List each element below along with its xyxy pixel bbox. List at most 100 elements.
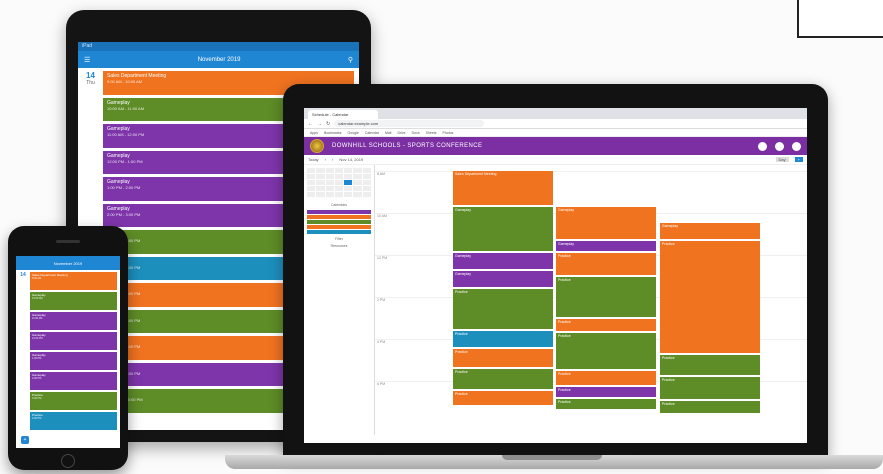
mini-calendar-day[interactable]: [362, 192, 371, 197]
calendar-event-block[interactable]: Practice: [453, 391, 553, 405]
url-input[interactable]: calendar.example.com: [334, 120, 485, 127]
sidebar-label-filter[interactable]: Filter: [307, 237, 371, 241]
bookmark-link[interactable]: Sheets: [426, 131, 437, 135]
phone-event[interactable]: Sales Department Meeting 9:00 AM: [30, 272, 117, 290]
forward-icon[interactable]: →: [317, 121, 322, 127]
calendar-event-block[interactable]: Practice: [660, 401, 760, 413]
calendar-event-block[interactable]: Practice: [556, 371, 656, 385]
mini-calendar-day[interactable]: [316, 174, 325, 179]
calendar-event-block[interactable]: Gameplay: [453, 253, 553, 269]
mini-calendar-day[interactable]: [344, 192, 353, 197]
mini-calendar-day[interactable]: [325, 192, 334, 197]
mini-calendar-day[interactable]: [353, 192, 362, 197]
calendar-legend-item[interactable]: [307, 220, 371, 224]
mini-calendar-day[interactable]: [362, 186, 371, 191]
calendar-event-block[interactable]: Practice: [453, 349, 553, 367]
calendar-event-block[interactable]: Gameplay: [556, 241, 656, 251]
phone-event[interactable]: Practice 3:00 PM: [30, 392, 117, 410]
mini-calendar-day[interactable]: [334, 174, 344, 179]
profile-icon[interactable]: [792, 141, 801, 151]
add-event-icon[interactable]: +: [21, 436, 29, 444]
mini-calendar-day[interactable]: [334, 186, 344, 191]
bookmark-link[interactable]: Mail: [385, 131, 391, 135]
day-calendar-grid[interactable]: 8 AM 10 AM 12 PM 2 PM 4 PM 6 PM Sales Departme…: [374, 165, 807, 435]
view-selector[interactable]: Day: [775, 157, 789, 162]
mini-calendar-day[interactable]: [353, 168, 362, 173]
bookmark-link[interactable]: Photos: [443, 131, 454, 135]
mini-calendar[interactable]: [307, 168, 371, 197]
mini-calendar-day[interactable]: [362, 174, 371, 179]
calendar-legend-item[interactable]: [307, 230, 371, 234]
calendar-legend-item[interactable]: [307, 215, 371, 219]
phone-event[interactable]: Gameplay 10:00 AM: [30, 292, 117, 310]
calendar-event-block[interactable]: Gameplay: [556, 207, 656, 239]
settings-icon[interactable]: [775, 141, 784, 151]
new-event-button[interactable]: +: [794, 157, 803, 162]
calendar-event-block[interactable]: Gameplay: [660, 223, 760, 239]
mini-calendar-day[interactable]: [307, 186, 316, 191]
phone-event[interactable]: Gameplay 1:00 PM: [30, 352, 117, 370]
calendar-legend-item[interactable]: [307, 210, 371, 214]
bookmark-link[interactable]: Google: [348, 131, 359, 135]
bookmark-link[interactable]: Docs: [412, 131, 420, 135]
calendar-event-block[interactable]: Practice: [556, 277, 656, 317]
phone-app-bar[interactable]: November 2019: [16, 256, 120, 270]
calendar-event-block[interactable]: Practice: [556, 319, 656, 331]
bookmark-link[interactable]: Drive: [397, 131, 405, 135]
calendar-event-block[interactable]: Practice: [556, 333, 656, 369]
mini-calendar-day[interactable]: [325, 180, 334, 185]
reload-icon[interactable]: ↻: [326, 121, 330, 127]
mini-calendar-day[interactable]: [362, 180, 371, 185]
mini-calendar-day[interactable]: [344, 174, 353, 179]
tablet-month-title[interactable]: November 2019: [90, 57, 348, 63]
mini-calendar-day[interactable]: [316, 192, 325, 197]
today-button[interactable]: Today: [308, 157, 319, 162]
mini-calendar-day[interactable]: [325, 186, 334, 191]
calendar-event-block[interactable]: Gameplay: [453, 207, 553, 251]
mini-calendar-day[interactable]: [307, 168, 316, 173]
bookmark-link[interactable]: Bookmarks: [324, 131, 342, 135]
mini-calendar-day[interactable]: [344, 180, 353, 185]
calendar-event-block[interactable]: Practice: [556, 399, 656, 409]
mini-calendar-day[interactable]: [307, 180, 316, 185]
browser-tab[interactable]: Schedule - Calendar: [308, 110, 378, 119]
mini-calendar-day[interactable]: [316, 180, 325, 185]
calendar-event-block[interactable]: Practice: [453, 289, 553, 329]
calendar-event-block[interactable]: Practice: [660, 355, 760, 375]
mini-calendar-day[interactable]: [334, 180, 344, 185]
mini-calendar-day[interactable]: [307, 174, 316, 179]
bookmark-link[interactable]: Calendar: [365, 131, 379, 135]
calendar-event-block[interactable]: Gameplay: [453, 271, 553, 287]
phone-event[interactable]: Gameplay 2:00 PM: [30, 372, 117, 390]
mini-calendar-day[interactable]: [316, 168, 325, 173]
calendar-event-block[interactable]: Sales Department Meeting: [453, 171, 553, 205]
phone-home-button[interactable]: [61, 454, 75, 468]
calendar-event-block[interactable]: Practice: [660, 241, 760, 353]
calendar-event-block[interactable]: Practice: [660, 377, 760, 399]
calendar-event-block[interactable]: Practice: [556, 387, 656, 397]
prev-icon[interactable]: ‹: [325, 157, 326, 162]
mini-calendar-day[interactable]: [353, 180, 362, 185]
phone-event[interactable]: Gameplay 11:00 AM: [30, 312, 117, 330]
next-icon[interactable]: ›: [332, 157, 333, 162]
mini-calendar-day[interactable]: [307, 192, 316, 197]
search-icon[interactable]: ⚲: [348, 56, 353, 64]
sidebar-label-resources[interactable]: Resources: [307, 244, 371, 248]
phone-event[interactable]: Practice 4:00 PM: [30, 412, 117, 430]
calendar-event-block[interactable]: Practice: [556, 253, 656, 275]
mini-calendar-day[interactable]: [362, 168, 371, 173]
phone-event[interactable]: Gameplay 12:00 PM: [30, 332, 117, 350]
mini-calendar-day[interactable]: [344, 168, 353, 173]
mini-calendar-day[interactable]: [344, 186, 353, 191]
calendar-event-block[interactable]: Practice: [453, 331, 553, 347]
bookmark-link[interactable]: Apps: [310, 131, 318, 135]
mini-calendar-day[interactable]: [316, 186, 325, 191]
mini-calendar-day[interactable]: [334, 192, 344, 197]
back-icon[interactable]: ←: [308, 121, 313, 127]
mini-calendar-day[interactable]: [325, 168, 334, 173]
mini-calendar-day[interactable]: [353, 186, 362, 191]
notifications-icon[interactable]: [758, 141, 767, 151]
calendar-event-block[interactable]: Practice: [453, 369, 553, 389]
mini-calendar-day[interactable]: [353, 174, 362, 179]
mini-calendar-day[interactable]: [325, 174, 334, 179]
